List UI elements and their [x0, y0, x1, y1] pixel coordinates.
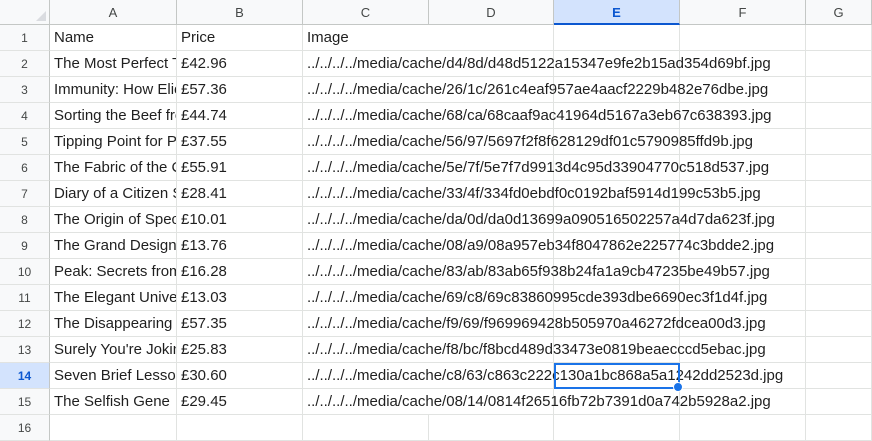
- row-header-9[interactable]: 9: [0, 233, 50, 259]
- cell-A7[interactable]: Diary of a Citizen Scientist: [50, 181, 177, 207]
- cell-C10[interactable]: ../../../../media/cache/83/ab/83ab65f938…: [303, 259, 863, 285]
- row-header-14[interactable]: 14: [0, 363, 50, 389]
- row-header-6[interactable]: 6: [0, 155, 50, 181]
- cell-A2[interactable]: The Most Perfect Thing: Inside (and Outs…: [50, 51, 177, 77]
- cell-B5[interactable]: £37.55: [177, 129, 303, 155]
- cell-C16[interactable]: [303, 415, 429, 441]
- column-header-g[interactable]: G: [806, 0, 872, 25]
- cell-A4[interactable]: Sorting the Beef from the Bull: The Scie…: [50, 103, 177, 129]
- cell-B9[interactable]: £13.76: [177, 233, 303, 259]
- cell-C13[interactable]: ../../../../media/cache/f8/bc/f8bcd489d3…: [303, 337, 863, 363]
- cell-C11[interactable]: ../../../../media/cache/69/c8/69c8386099…: [303, 285, 863, 311]
- cell-C14[interactable]: ../../../../media/cache/c8/63/c863c222c1…: [303, 363, 863, 389]
- row-header-8[interactable]: 8: [0, 207, 50, 233]
- column-header-c[interactable]: C: [303, 0, 429, 25]
- cell-C4[interactable]: ../../../../media/cache/68/ca/68caaf9ac4…: [303, 103, 863, 129]
- cell-A16[interactable]: [50, 415, 177, 441]
- cell-C9[interactable]: ../../../../media/cache/08/a9/08a957eb34…: [303, 233, 863, 259]
- cell-C8[interactable]: ../../../../media/cache/da/0d/da0d13699a…: [303, 207, 863, 233]
- cell-G16[interactable]: [806, 415, 872, 441]
- row-header-4[interactable]: 4: [0, 103, 50, 129]
- row-header-11[interactable]: 11: [0, 285, 50, 311]
- row-header-5[interactable]: 5: [0, 129, 50, 155]
- column-header-b[interactable]: B: [177, 0, 303, 25]
- cell-C15[interactable]: ../../../../media/cache/08/14/0814f26516…: [303, 389, 863, 415]
- row-header-12[interactable]: 12: [0, 311, 50, 337]
- cell-B6[interactable]: £55.91: [177, 155, 303, 181]
- column-header-d[interactable]: D: [429, 0, 554, 25]
- cell-B8[interactable]: £10.01: [177, 207, 303, 233]
- cell-C5[interactable]: ../../../../media/cache/56/97/5697f2f8f6…: [303, 129, 863, 155]
- column-header-a[interactable]: A: [50, 0, 177, 25]
- cell-B2[interactable]: £42.96: [177, 51, 303, 77]
- cell-A13[interactable]: Surely You're Joking, Mr. Feynman!: [50, 337, 177, 363]
- cell-F16[interactable]: [680, 415, 806, 441]
- cell-B10[interactable]: £16.28: [177, 259, 303, 285]
- cell-A11[interactable]: The Elegant Universe: [50, 285, 177, 311]
- cell-B7[interactable]: £28.41: [177, 181, 303, 207]
- cell-A6[interactable]: The Fabric of the Cosmos: Space, Time, a…: [50, 155, 177, 181]
- cell-B13[interactable]: £25.83: [177, 337, 303, 363]
- cell-B3[interactable]: £57.36: [177, 77, 303, 103]
- cell-C1[interactable]: Image: [303, 25, 863, 51]
- row-header-2[interactable]: 2: [0, 51, 50, 77]
- column-header-e[interactable]: E: [554, 0, 680, 25]
- cell-B11[interactable]: £13.03: [177, 285, 303, 311]
- cell-A14[interactable]: Seven Brief Lessons on Physics: [50, 363, 177, 389]
- cell-A9[interactable]: The Grand Design: [50, 233, 177, 259]
- cell-B12[interactable]: £57.35: [177, 311, 303, 337]
- cell-A8[interactable]: The Origin of Species: [50, 207, 177, 233]
- cell-D16[interactable]: [429, 415, 554, 441]
- cell-B16[interactable]: [177, 415, 303, 441]
- cell-C12[interactable]: ../../../../media/cache/f9/69/f969969428…: [303, 311, 863, 337]
- cell-A12[interactable]: The Disappearing Spoon: [50, 311, 177, 337]
- cell-C2[interactable]: ../../../../media/cache/d4/8d/d48d5122a1…: [303, 51, 863, 77]
- cell-A1[interactable]: Name: [50, 25, 177, 51]
- cell-A10[interactable]: Peak: Secrets from the New Science of Ex…: [50, 259, 177, 285]
- cell-A15[interactable]: The Selfish Gene: [50, 389, 177, 415]
- row-header-16[interactable]: 16: [0, 415, 50, 441]
- cell-B4[interactable]: £44.74: [177, 103, 303, 129]
- cell-B14[interactable]: £30.60: [177, 363, 303, 389]
- cell-C3[interactable]: ../../../../media/cache/26/1c/261c4eaf95…: [303, 77, 863, 103]
- spreadsheet-grid: A B C D E F G 1 Name Price Image 2 The Most Perfect …: [0, 0, 872, 441]
- select-all-corner[interactable]: [0, 0, 50, 25]
- cell-A5[interactable]: Tipping Point for Planet Earth: [50, 129, 177, 155]
- cell-C6[interactable]: ../../../../media/cache/5e/7f/5e7f7d9913…: [303, 155, 863, 181]
- row-header-13[interactable]: 13: [0, 337, 50, 363]
- column-header-f[interactable]: F: [680, 0, 806, 25]
- row-header-7[interactable]: 7: [0, 181, 50, 207]
- cell-A3[interactable]: Immunity: How Elie Metchnikoff Changed t…: [50, 77, 177, 103]
- select-all-triangle-icon: [36, 11, 46, 21]
- row-header-1[interactable]: 1: [0, 25, 50, 51]
- cell-E16[interactable]: [554, 415, 680, 441]
- cell-B15[interactable]: £29.45: [177, 389, 303, 415]
- row-header-15[interactable]: 15: [0, 389, 50, 415]
- cell-C7[interactable]: ../../../../media/cache/33/4f/334fd0ebdf…: [303, 181, 863, 207]
- cell-B1[interactable]: Price: [177, 25, 303, 51]
- row-header-10[interactable]: 10: [0, 259, 50, 285]
- row-header-3[interactable]: 3: [0, 77, 50, 103]
